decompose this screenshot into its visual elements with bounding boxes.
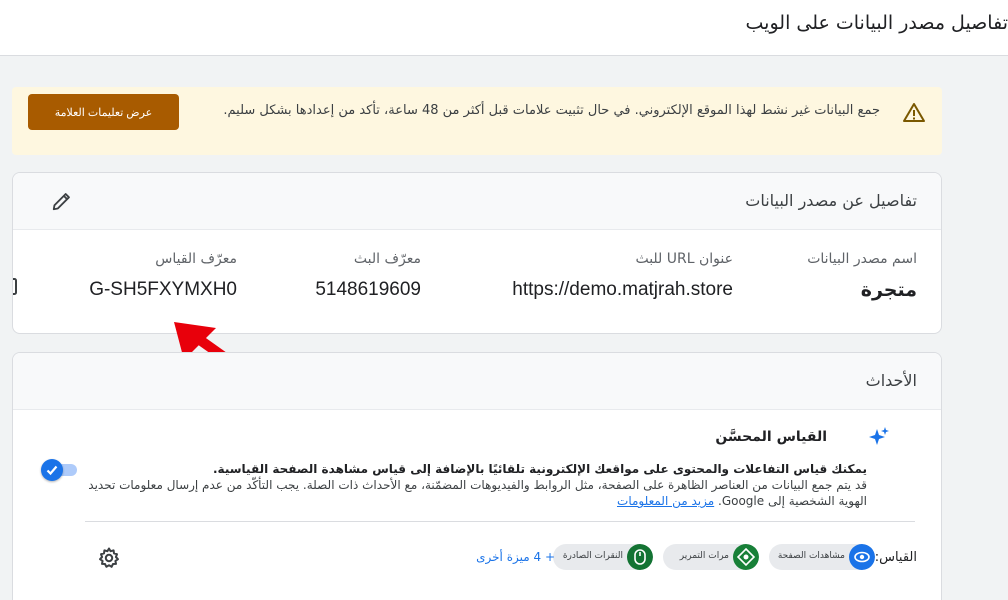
chip-outbound-clicks: النقرات الصادرة bbox=[553, 544, 653, 570]
events-heading: الأحداث bbox=[865, 371, 917, 390]
divider bbox=[85, 521, 915, 522]
view-tag-instructions-button[interactable]: عرض تعليمات العلامة bbox=[28, 94, 179, 130]
enhanced-measurement-desc-bold: يمكنك قياس التفاعلات والمحتوى على مواقعك… bbox=[213, 462, 867, 476]
eye-icon bbox=[849, 544, 875, 570]
measurement-id-label: معرّف القياس bbox=[155, 251, 237, 267]
stream-id-label: معرّف البث bbox=[353, 251, 421, 267]
inactive-data-warning-banner: جمع البيانات غير نشط لهذا الموقع الإلكتر… bbox=[12, 87, 942, 155]
edit-pencil-icon[interactable] bbox=[51, 190, 73, 212]
enhanced-measurement-title: القياس المحسَّن bbox=[715, 429, 827, 445]
mouse-icon bbox=[627, 544, 653, 570]
events-header: الأحداث bbox=[13, 353, 941, 410]
stream-name-label: اسم مصدر البيانات bbox=[807, 251, 917, 267]
events-card: الأحداث القياس المحسَّن يمكنك قياس التفا… bbox=[12, 352, 942, 600]
page: تفاصيل مصدر البيانات على الويب جمع البيا… bbox=[0, 0, 1008, 600]
chip-label: مشاهدات الصفحة bbox=[777, 551, 845, 561]
copy-icon[interactable] bbox=[12, 277, 21, 297]
sparkle-icon bbox=[869, 427, 889, 445]
measuring-label: القياس: bbox=[874, 550, 917, 565]
top-bar: تفاصيل مصدر البيانات على الويب bbox=[0, 0, 1008, 56]
enhanced-measurement-description: يمكنك قياس التفاعلات والمحتوى على مواقعك… bbox=[57, 461, 867, 509]
scroll-diamond-icon bbox=[733, 544, 759, 570]
enhanced-measurement-desc: قد يتم جمع البيانات من العناصر الظاهرة ع… bbox=[88, 478, 867, 508]
chip-label: النقرات الصادرة bbox=[562, 551, 623, 561]
page-title: تفاصيل مصدر البيانات على الويب bbox=[745, 12, 1008, 34]
stream-name-field: اسم مصدر البيانات متجرة bbox=[807, 251, 917, 301]
check-icon bbox=[46, 465, 58, 476]
stream-details-header: تفاصيل عن مصدر البيانات bbox=[13, 173, 941, 230]
measurement-id-value[interactable]: G-SH5FXYMXH0 bbox=[89, 279, 237, 301]
learn-more-link[interactable]: مزيد من المعلومات bbox=[617, 494, 714, 508]
gear-icon[interactable] bbox=[97, 546, 121, 570]
enhanced-measurement-toggle[interactable] bbox=[41, 459, 79, 481]
chip-label: مرات التمرير bbox=[679, 551, 729, 561]
stream-id-value: 5148619609 bbox=[315, 279, 421, 300]
toggle-knob bbox=[41, 459, 63, 481]
stream-name-value: متجرة bbox=[860, 279, 917, 301]
stream-url-value: https://demo.matjrah.store bbox=[512, 279, 733, 300]
stream-id-field: معرّف البث 5148619609 bbox=[315, 251, 421, 301]
warning-icon bbox=[903, 103, 925, 122]
stream-url-field: عنوان URL للبث https://demo.matjrah.stor… bbox=[512, 251, 733, 301]
banner-message: جمع البيانات غير نشط لهذا الموقع الإلكتر… bbox=[223, 103, 880, 118]
chip-scrolls: مرات التمرير bbox=[663, 544, 759, 570]
stream-url-label: عنوان URL للبث bbox=[635, 251, 733, 267]
chip-page-views: مشاهدات الصفحة bbox=[769, 544, 875, 570]
stream-details-card: تفاصيل عن مصدر البيانات اسم مصدر البيانا… bbox=[12, 172, 942, 334]
measurement-id-field: معرّف القياس G-SH5FXYMXH0 bbox=[89, 251, 237, 301]
stream-details-heading: تفاصيل عن مصدر البيانات bbox=[745, 191, 917, 210]
more-features-link[interactable]: + 4 ميزة أخرى bbox=[476, 550, 555, 564]
